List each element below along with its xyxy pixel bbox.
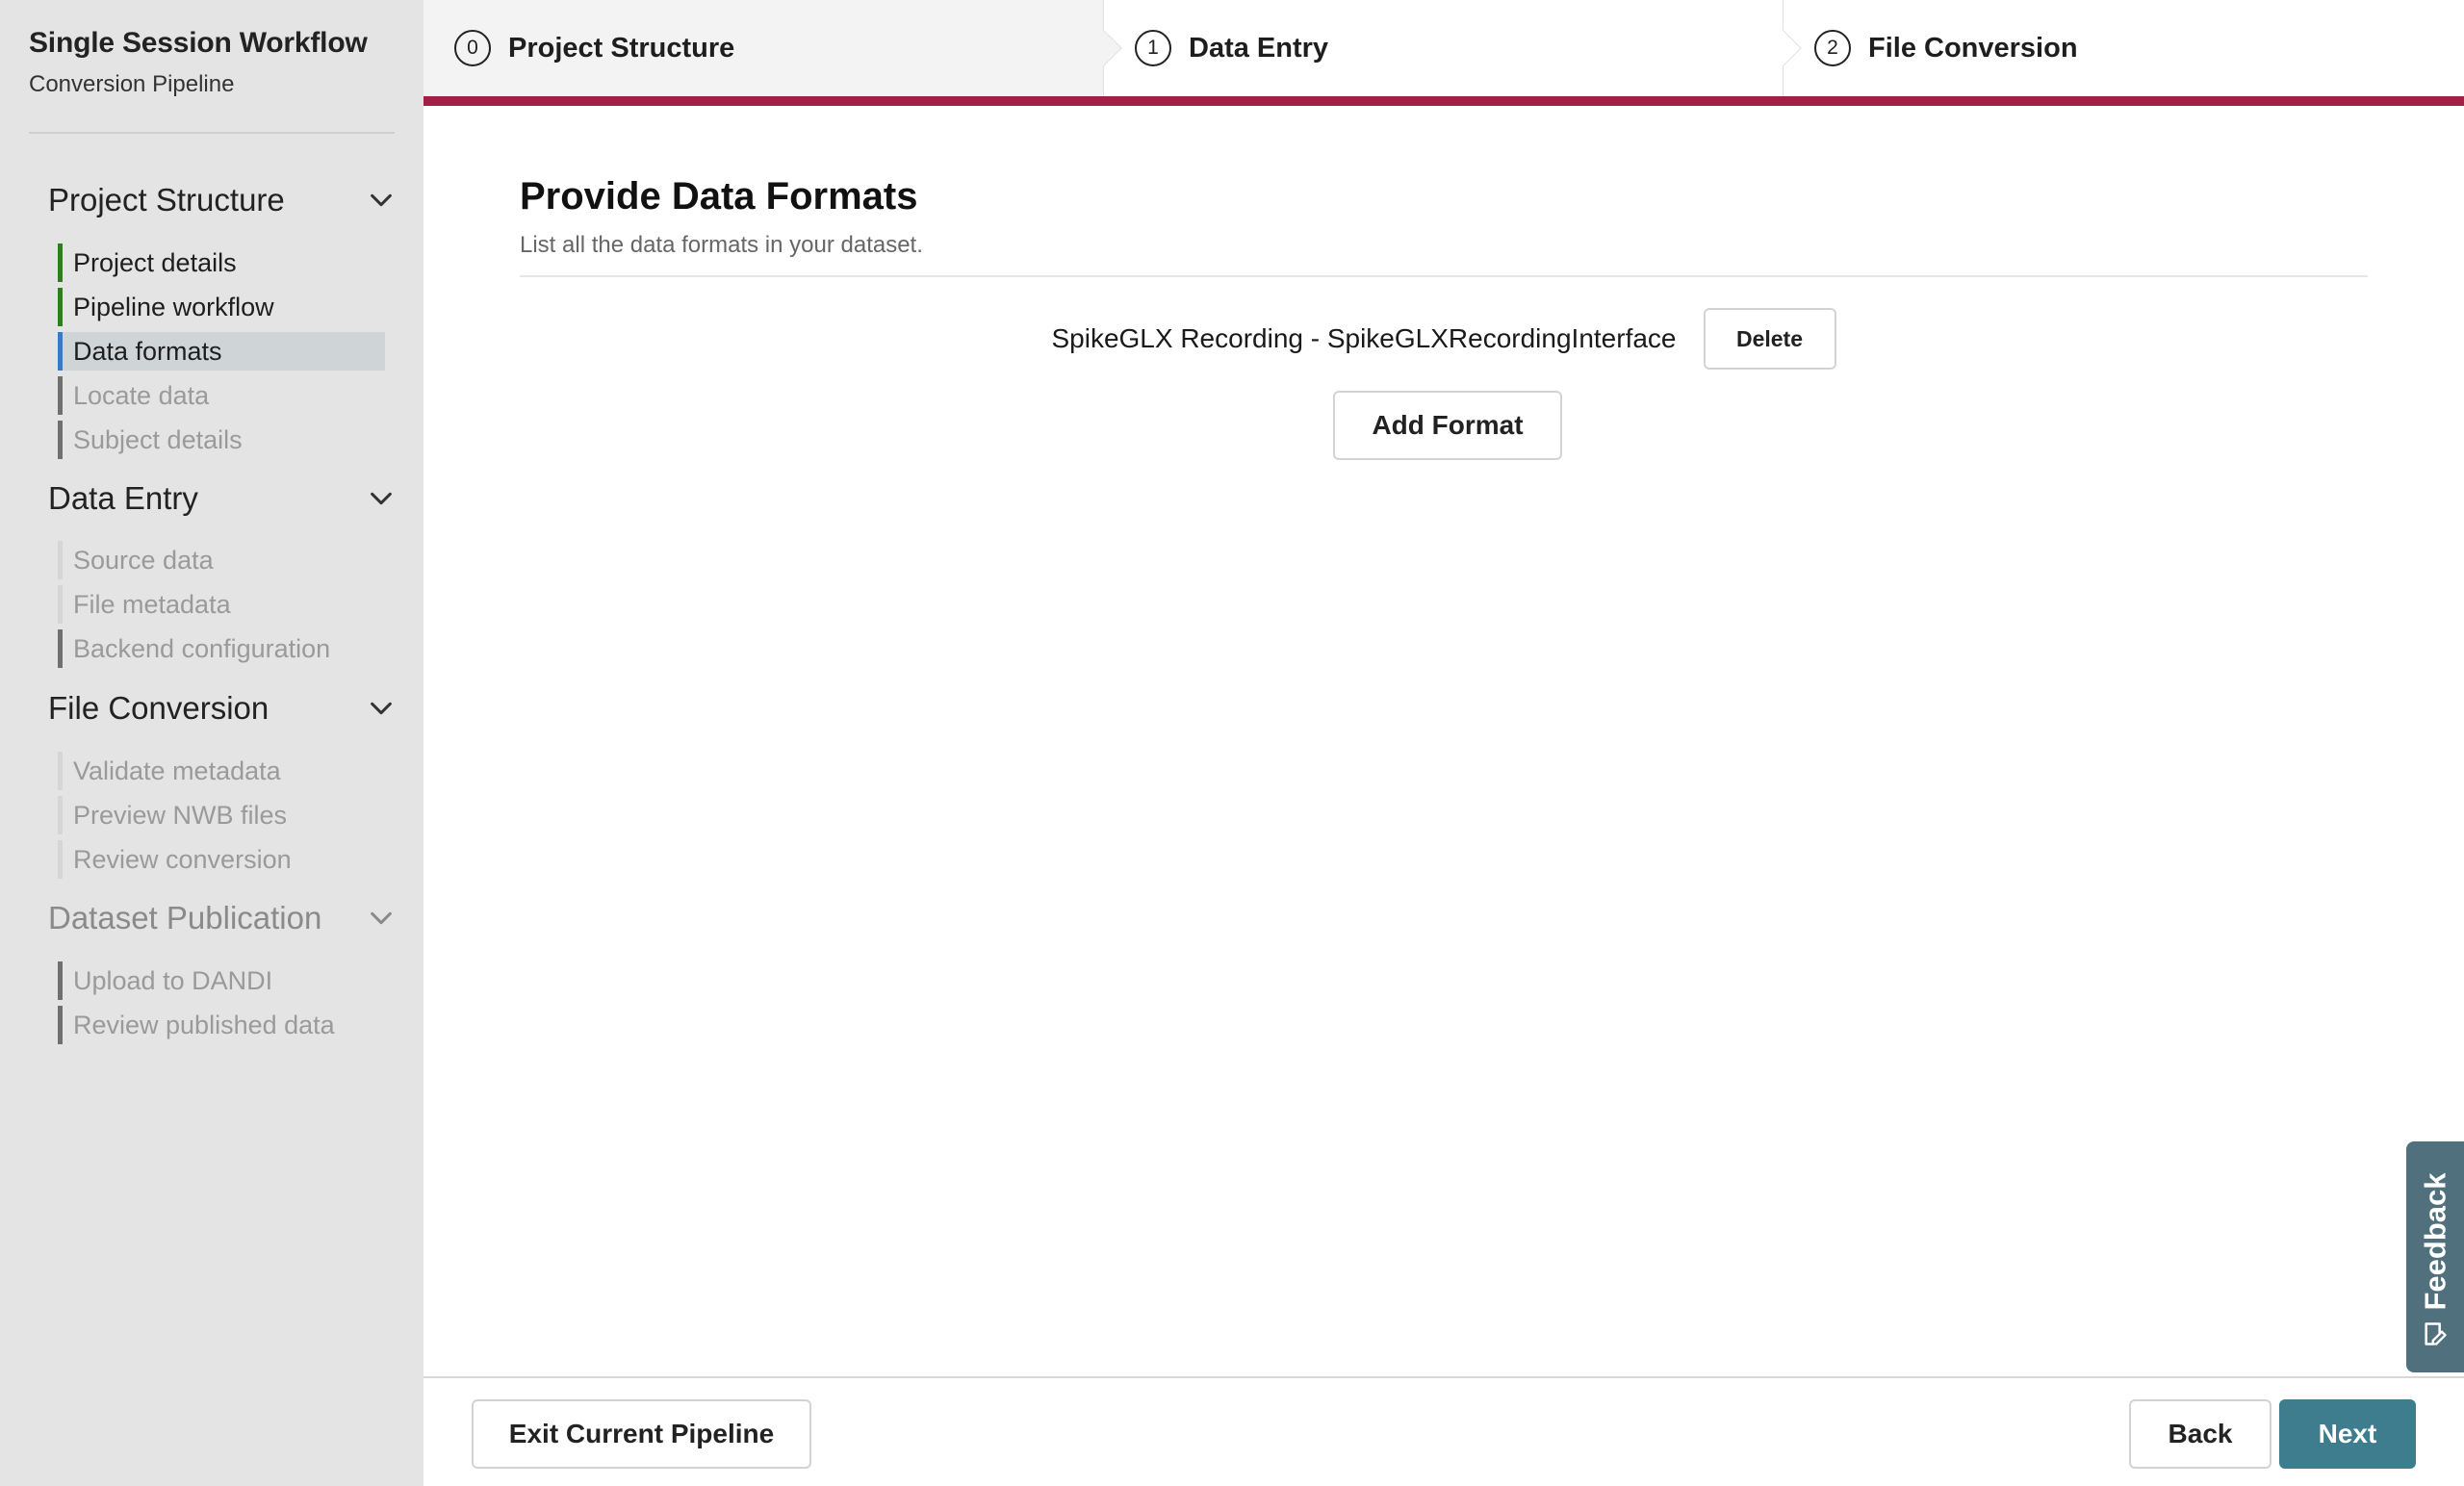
step-list: Validate metadata Preview NWB files Revi… [58,752,385,884]
feedback-text: Feedback [2414,1165,2456,1319]
sidebar-item-file-metadata[interactable]: File metadata [58,585,385,624]
exit-pipeline-button[interactable]: Exit Current Pipeline [472,1399,811,1469]
tab-label: Data Entry [1189,32,1329,64]
app-title: Single Session Workflow [29,27,368,59]
sidebar-item-review-published-data[interactable]: Review published data [58,1006,385,1044]
tab-label: File Conversion [1868,32,2078,64]
sidebar-item-backend-configuration[interactable]: Backend configuration [58,629,385,668]
page-heading: Provide Data Formats List all the data f… [520,175,923,259]
sidebar-item-subject-details[interactable]: Subject details [58,421,385,459]
sidebar-divider [29,132,395,134]
step-list: Source data File metadata Backend config… [58,541,385,674]
section-title: File Conversion [48,690,270,726]
nav-section-project-structure: Project Structure Project details Pipeli… [48,181,395,459]
tab-label: Project Structure [508,32,735,64]
format-list-item: SpikeGLX Recording - SpikeGLXRecordingIn… [424,308,2464,370]
edit-icon [2422,1320,2449,1347]
chevron-down-icon[interactable] [368,905,395,932]
sidebar: Single Session Workflow Conversion Pipel… [0,0,424,1486]
section-header-project-structure[interactable]: Project Structure [48,181,395,219]
sidebar-item-pipeline-workflow[interactable]: Pipeline workflow [58,288,385,326]
nav-section-dataset-publication: Dataset Publication Upload to DANDI Revi… [48,899,395,1044]
progress-bar [424,96,2464,106]
nav-section-file-conversion: File Conversion Validate metadata Previe… [48,689,395,879]
page-subtitle: List all the data formats in your datase… [520,232,923,258]
footer-bar: Exit Current Pipeline Back Next [424,1376,2464,1486]
next-button[interactable]: Next [2279,1399,2416,1469]
delete-format-button[interactable]: Delete [1703,308,1836,370]
sidebar-item-validate-metadata[interactable]: Validate metadata [58,752,385,790]
chevron-down-icon[interactable] [368,187,395,214]
chevron-down-icon[interactable] [368,485,395,512]
section-title: Data Entry [48,480,198,516]
section-title: Dataset Publication [48,900,322,935]
section-title: Project Structure [48,182,285,218]
step-list: Project details Pipeline workflow Data f… [58,243,385,465]
sidebar-item-project-details[interactable]: Project details [58,243,385,282]
add-format-button[interactable]: Add Format [1333,391,1562,460]
section-header-data-entry[interactable]: Data Entry [48,479,395,518]
sidebar-item-data-formats[interactable]: Data formats [58,332,385,371]
section-header-file-conversion[interactable]: File Conversion [48,689,395,728]
sidebar-item-locate-data[interactable]: Locate data [58,376,385,415]
tab-file-conversion[interactable]: 2 File Conversion [1783,0,2464,96]
app-header: Single Session Workflow Conversion Pipel… [29,27,395,98]
progress-stepper: 0 Project Structure 1 Data Entry 2 File … [424,0,2464,106]
add-format-row: Add Format [424,391,2464,460]
back-button[interactable]: Back [2129,1399,2272,1469]
step-number: 1 [1135,30,1171,66]
chevron-down-icon[interactable] [368,695,395,722]
main-content: Provide Data Formats List all the data f… [424,106,2464,1376]
section-header-dataset-publication[interactable]: Dataset Publication [48,899,395,937]
step-list: Upload to DANDI Review published data [58,961,385,1050]
step-number: 0 [454,30,491,66]
format-label: SpikeGLX Recording - SpikeGLXRecordingIn… [1051,323,1677,353]
feedback-label: Feedback [2418,1172,2452,1311]
app-subtitle: Conversion Pipeline [29,71,235,97]
sidebar-item-upload-to-dandi[interactable]: Upload to DANDI [58,961,385,1000]
step-number: 2 [1814,30,1851,66]
tab-project-structure[interactable]: 0 Project Structure [424,0,1122,96]
page-title: Provide Data Formats [520,175,918,218]
sidebar-item-review-conversion[interactable]: Review conversion [58,840,385,879]
tab-data-entry[interactable]: 1 Data Entry [1103,0,1802,96]
sidebar-item-source-data[interactable]: Source data [58,541,385,579]
sidebar-item-preview-nwb-files[interactable]: Preview NWB files [58,796,385,834]
content-divider [520,275,2368,277]
feedback-tab[interactable]: Feedback [2406,1141,2464,1372]
nav-section-data-entry: Data Entry Source data File metadata Bac… [48,479,395,668]
